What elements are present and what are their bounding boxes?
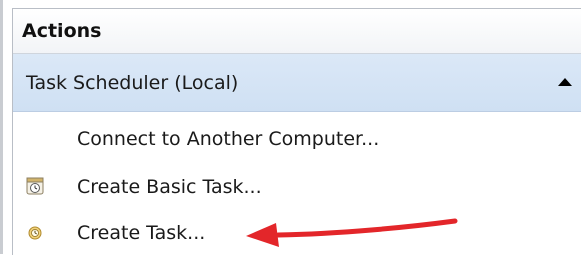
action-connect-to-another-computer[interactable]: Connect to Another Computer... — [13, 120, 581, 160]
section-label: Task Scheduler (Local) — [26, 72, 239, 94]
action-label: Create Task... — [77, 222, 206, 244]
window-edge — [0, 0, 3, 254]
action-create-task[interactable]: Create Task... — [13, 214, 581, 254]
actions-header: Actions — [13, 9, 581, 54]
actions-title: Actions — [22, 20, 102, 42]
action-label: Connect to Another Computer... — [77, 128, 380, 150]
section-task-scheduler-local[interactable]: Task Scheduler (Local) — [13, 54, 581, 112]
actions-pane: Actions Task Scheduler (Local) Connect t… — [12, 8, 581, 255]
task-clock-icon — [28, 226, 42, 240]
collapse-up-icon[interactable] — [558, 78, 572, 86]
actions-screenshot: Actions Task Scheduler (Local) Connect t… — [0, 0, 582, 255]
calendar-clock-icon — [26, 177, 44, 195]
action-label: Create Basic Task... — [77, 176, 262, 198]
action-create-basic-task[interactable]: Create Basic Task... — [13, 168, 581, 208]
